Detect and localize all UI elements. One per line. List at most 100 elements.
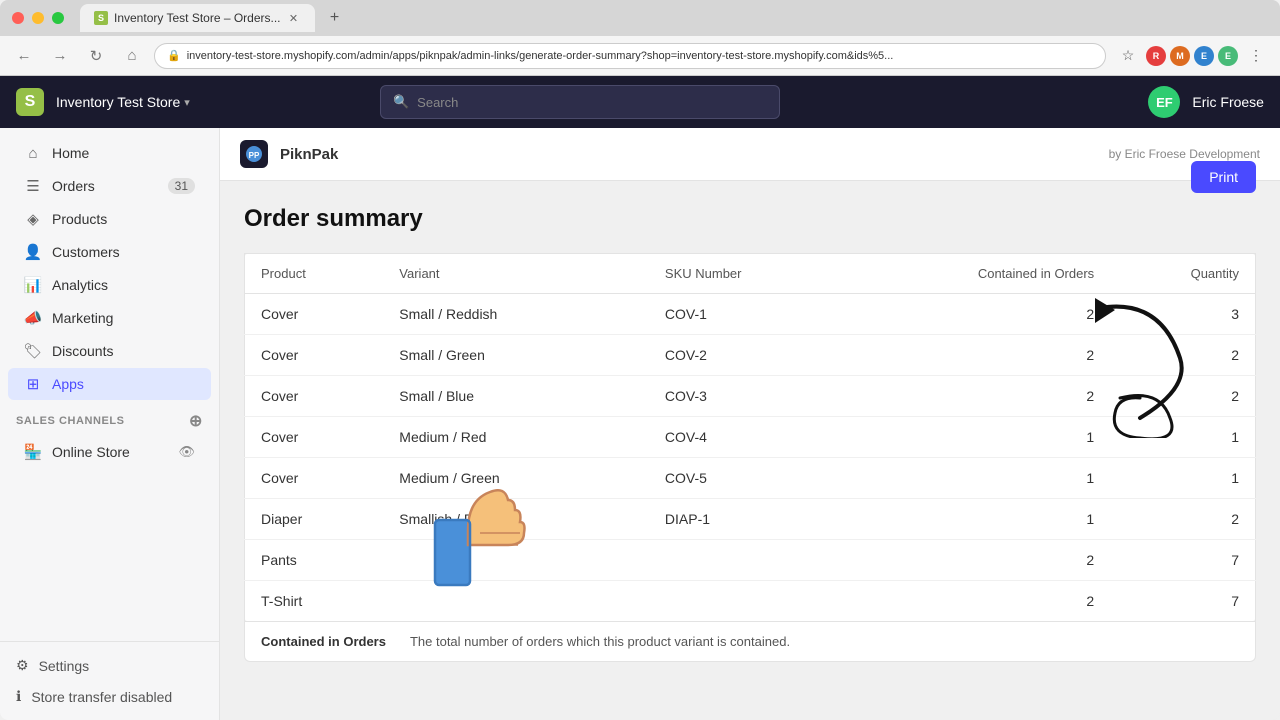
cell-variant: Smallish / Reddish — [383, 499, 649, 540]
cell-contained: 1 — [844, 458, 1110, 499]
settings-icon: ⚙ — [16, 657, 29, 674]
sidebar-item-apps[interactable]: ⊞ Apps — [8, 368, 211, 400]
settings-item[interactable]: ⚙ Settings — [0, 650, 219, 681]
table-row: Cover Medium / Red COV-4 1 1 — [245, 417, 1256, 458]
tab-close-icon[interactable]: ✕ — [287, 11, 301, 25]
menu-button[interactable]: ⋮ — [1242, 42, 1270, 70]
cell-product: Cover — [245, 458, 384, 499]
back-button[interactable]: ← — [10, 42, 38, 70]
lock-icon: 🔒 — [167, 49, 181, 62]
browser-toolbar: ← → ↻ ⌂ 🔒 inventory-test-store.myshopify… — [0, 36, 1280, 76]
app-name: PiknPak — [280, 146, 338, 163]
table-row: T-Shirt 2 7 — [245, 581, 1256, 622]
orders-icon: ☰ — [24, 177, 42, 195]
svg-text:PP: PP — [249, 151, 260, 160]
store-transfer-item: ℹ Store transfer disabled — [0, 681, 219, 712]
col-sku: SKU Number — [649, 254, 844, 294]
minimize-btn[interactable] — [32, 12, 44, 24]
cell-contained: 2 — [844, 335, 1110, 376]
search-input[interactable] — [417, 95, 767, 110]
marketing-icon: 📣 — [24, 309, 42, 327]
forward-button[interactable]: → — [46, 42, 74, 70]
cell-sku: COV-5 — [649, 458, 844, 499]
cell-variant: Small / Blue — [383, 376, 649, 417]
app-header: PP PiknPak by Eric Froese Development — [220, 128, 1280, 181]
sidebar-nav: ⌂ Home ☰ Orders 31 ◈ Products 👤 Custo — [0, 128, 219, 641]
sidebar-item-customers[interactable]: 👤 Customers — [8, 236, 211, 268]
col-quantity: Quantity — [1110, 254, 1255, 294]
table-footer: Contained in Orders The total number of … — [244, 622, 1256, 662]
ext-badge-orange[interactable]: M — [1170, 46, 1190, 66]
maximize-btn[interactable] — [52, 12, 64, 24]
close-btn[interactable] — [12, 12, 24, 24]
cell-contained: 2 — [844, 581, 1110, 622]
cell-variant — [383, 581, 649, 622]
cell-contained: 2 — [844, 294, 1110, 335]
cell-contained: 2 — [844, 540, 1110, 581]
search-bar[interactable]: 🔍 — [380, 85, 780, 119]
store-name-button[interactable]: Inventory Test Store ▾ — [56, 94, 190, 110]
cell-variant: Medium / Red — [383, 417, 649, 458]
online-store-icon: 🏪 — [24, 443, 42, 461]
sidebar-item-orders[interactable]: ☰ Orders 31 — [8, 170, 211, 202]
home-icon: ⌂ — [24, 144, 42, 162]
cell-product: Pants — [245, 540, 384, 581]
footer-description: The total number of orders which this pr… — [410, 634, 790, 649]
table-row: Pants 2 7 — [245, 540, 1256, 581]
sidebar-item-discounts[interactable]: 🏷 Discounts — [8, 335, 211, 367]
cell-sku: COV-3 — [649, 376, 844, 417]
table-body: Cover Small / Reddish COV-1 2 3 Cover Sm… — [245, 294, 1256, 622]
sidebar-item-analytics[interactable]: 📊 Analytics — [8, 269, 211, 301]
ext-badge-green[interactable]: E — [1218, 46, 1238, 66]
cell-sku — [649, 581, 844, 622]
shopify-topbar: S Inventory Test Store ▾ 🔍 EF Eric Froes… — [0, 76, 1280, 128]
browser-tab[interactable]: S Inventory Test Store – Orders... ✕ — [80, 4, 315, 32]
sidebar-item-products[interactable]: ◈ Products — [8, 203, 211, 235]
cell-product: Cover — [245, 294, 384, 335]
cell-sku: DIAP-1 — [649, 499, 844, 540]
home-button[interactable]: ⌂ — [118, 42, 146, 70]
cell-sku: COV-1 — [649, 294, 844, 335]
cell-contained: 1 — [844, 499, 1110, 540]
table-row: Cover Small / Reddish COV-1 2 3 — [245, 294, 1256, 335]
settings-label: Settings — [39, 658, 90, 674]
shopify-logo: S — [16, 88, 44, 116]
cell-quantity: 1 — [1110, 417, 1255, 458]
user-avatar[interactable]: EF — [1148, 86, 1180, 118]
sales-channels-section: SALES CHANNELS ⊕ — [0, 401, 219, 435]
toolbar-actions: ☆ R M E E ⋮ — [1114, 42, 1270, 70]
print-button[interactable]: Print — [1191, 161, 1256, 193]
ext-badge-red[interactable]: R — [1146, 46, 1166, 66]
customers-icon: 👤 — [24, 243, 42, 261]
app-logo: PP — [240, 140, 268, 168]
cell-quantity: 2 — [1110, 376, 1255, 417]
url-text: inventory-test-store.myshopify.com/admin… — [187, 50, 894, 62]
sales-channels-label: SALES CHANNELS — [16, 415, 125, 427]
cell-quantity: 2 — [1110, 335, 1255, 376]
topbar-right: EF Eric Froese — [1148, 86, 1264, 118]
cell-product: Cover — [245, 376, 384, 417]
sidebar-item-marketing[interactable]: 📣 Marketing — [8, 302, 211, 334]
online-store-eye-icon[interactable]: 👁 — [178, 444, 195, 460]
main-content: PP PiknPak by Eric Froese Development Pr… — [220, 128, 1280, 720]
products-icon: ◈ — [24, 210, 42, 228]
sidebar-home-label: Home — [52, 145, 89, 161]
cell-product: T-Shirt — [245, 581, 384, 622]
sidebar-item-online-store[interactable]: 🏪 Online Store 👁 — [8, 436, 211, 468]
address-bar[interactable]: 🔒 inventory-test-store.myshopify.com/adm… — [154, 43, 1106, 69]
sidebar-item-home[interactable]: ⌂ Home — [8, 137, 211, 169]
cell-product: Diaper — [245, 499, 384, 540]
cell-product: Cover — [245, 335, 384, 376]
add-sales-channel-button[interactable]: ⊕ — [189, 411, 203, 431]
cell-sku: COV-2 — [649, 335, 844, 376]
ext-badge-blue[interactable]: E — [1194, 46, 1214, 66]
browser-titlebar: S Inventory Test Store – Orders... ✕ + — [0, 0, 1280, 36]
bookmark-button[interactable]: ☆ — [1114, 42, 1142, 70]
table-row: Cover Small / Green COV-2 2 2 — [245, 335, 1256, 376]
reload-button[interactable]: ↻ — [82, 42, 110, 70]
new-tab-button[interactable]: + — [323, 6, 347, 30]
tab-title: Inventory Test Store – Orders... — [114, 11, 281, 25]
cell-quantity: 1 — [1110, 458, 1255, 499]
page-title: Order summary — [244, 205, 1256, 233]
sidebar-apps-label: Apps — [52, 376, 84, 392]
